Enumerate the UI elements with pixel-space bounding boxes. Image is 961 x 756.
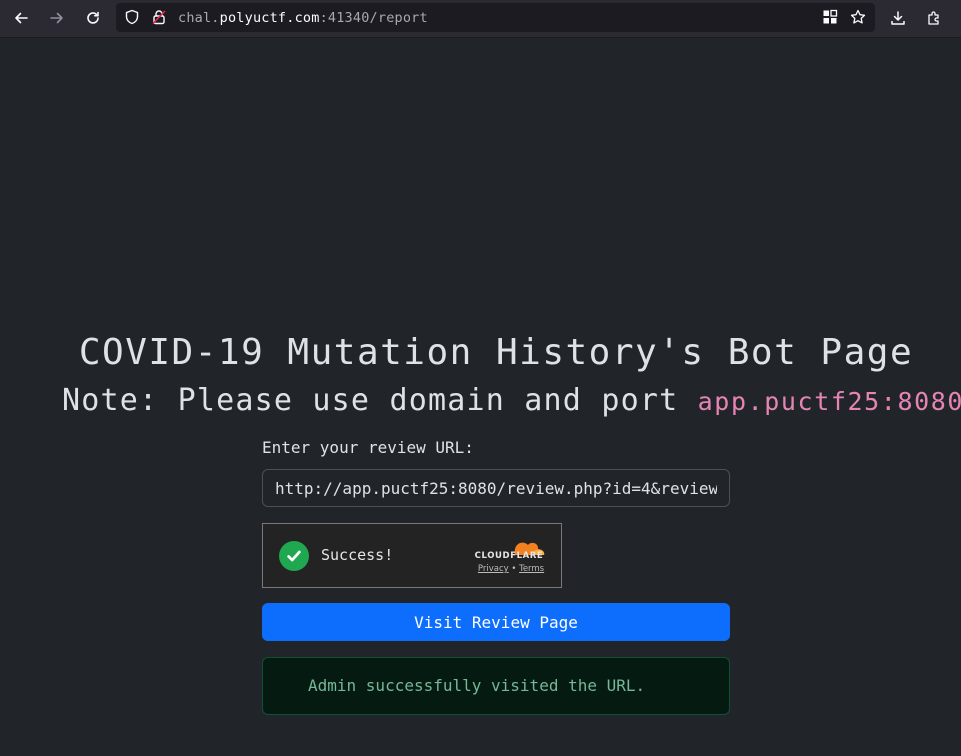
turnstile-status: Success! [321,546,394,564]
note-domain: app.puctf25:8080 [697,387,961,416]
forward-icon[interactable] [45,6,69,30]
puzzle-icon[interactable] [922,6,946,30]
url-suffix: :41340/report [319,10,428,26]
url-prefix: chal. [178,10,220,26]
bookmark-star-icon[interactable] [850,9,866,25]
download-icon[interactable] [886,6,910,30]
visit-review-page-button[interactable]: Visit Review Page [262,603,730,641]
back-icon[interactable] [9,6,33,30]
note-prefix: Note: Please use domain and port [62,383,698,418]
shield-icon[interactable] [124,9,140,25]
review-url-input[interactable] [262,469,730,507]
cloudflare-turnstile-widget[interactable]: Success! CLOUDFLARE Privacy • Terms [262,523,562,588]
domain-note: Note: Please use domain and port app.puc… [62,383,961,418]
url-host: polyuctf.com [219,10,320,26]
extensions-grid-icon[interactable] [822,9,838,25]
terms-link[interactable]: Terms [519,564,544,574]
url-label: Enter your review URL: [262,438,474,457]
url-text: chal.polyuctf.com:41340/report [178,10,428,26]
insecure-lock-icon[interactable] [151,9,167,25]
success-alert: Admin successfully visited the URL. [262,657,730,715]
address-bar[interactable]: chal.polyuctf.com:41340/report [116,3,875,32]
reload-icon[interactable] [81,6,105,30]
turnstile-links: Privacy • Terms [468,564,554,574]
browser-toolbar: chal.polyuctf.com:41340/report [0,0,961,38]
links-separator: • [511,564,517,574]
check-icon [279,541,309,571]
privacy-link[interactable]: Privacy [478,564,509,574]
page-title: COVID-19 Mutation History's Bot Page [78,332,914,373]
cloudflare-wordmark: CLOUDFLARE [474,551,544,561]
